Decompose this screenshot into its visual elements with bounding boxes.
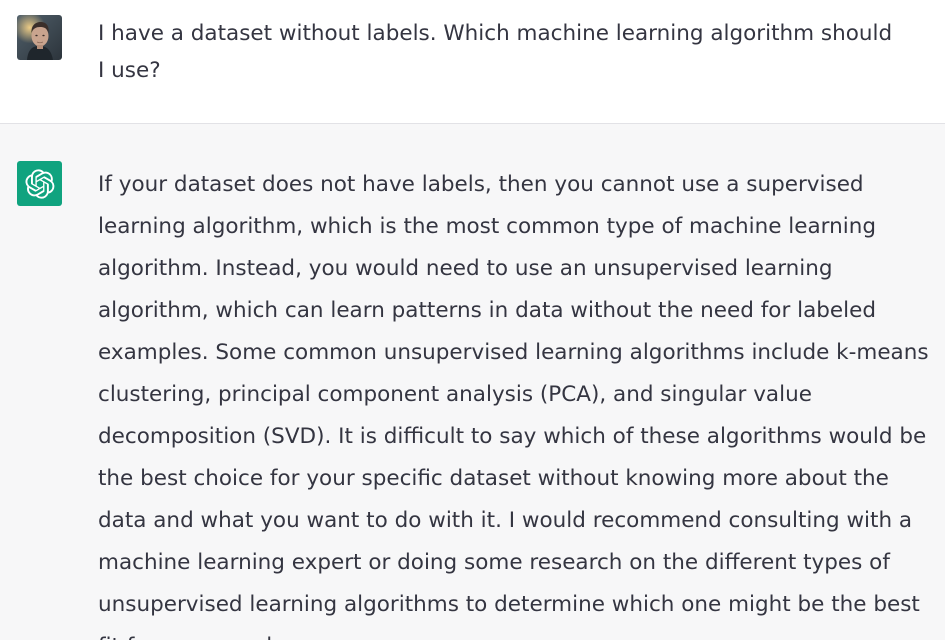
user-avatar: [17, 15, 62, 60]
assistant-message-text: If your dataset does not have labels, th…: [98, 172, 929, 640]
openai-logo-icon: [24, 168, 54, 199]
user-message-text: I have a dataset without labels. Which m…: [98, 21, 893, 83]
user-message-row: I have a dataset without labels. Which m…: [0, 0, 945, 124]
user-portrait-avatar: [17, 15, 62, 60]
assistant-message-row: If your dataset does not have labels, th…: [0, 124, 945, 640]
chat-thread: I have a dataset without labels. Which m…: [0, 0, 945, 640]
assistant-avatar: [17, 161, 62, 206]
